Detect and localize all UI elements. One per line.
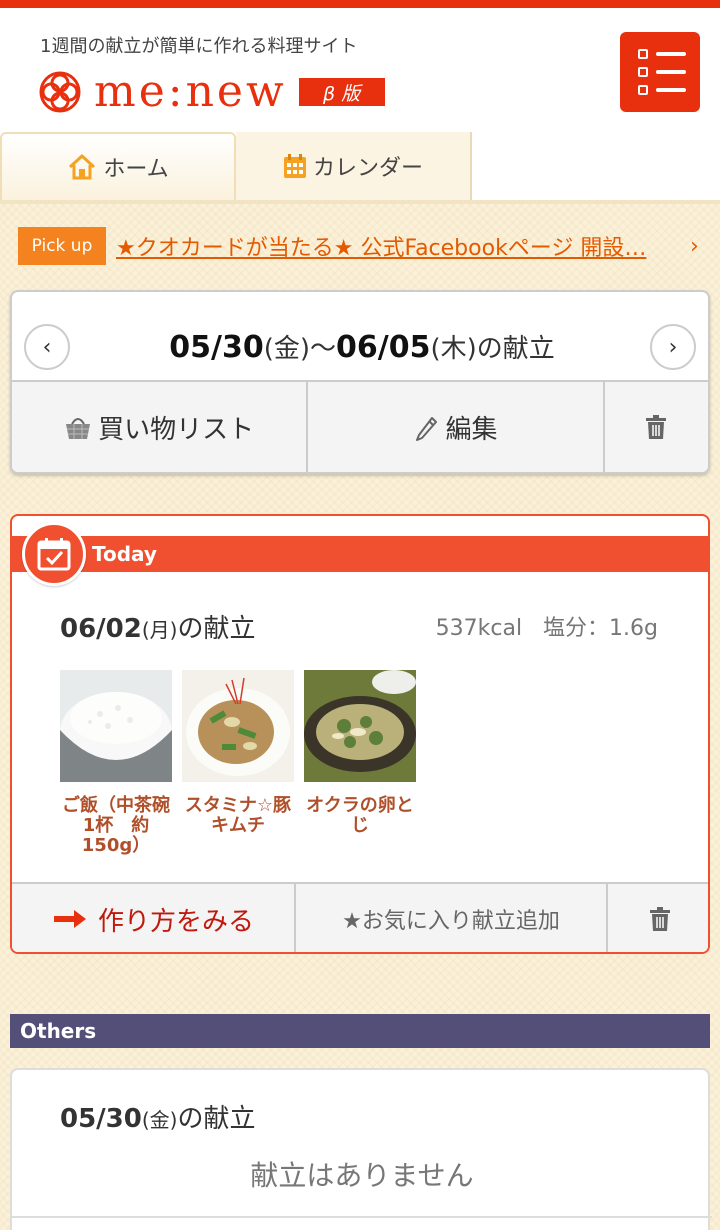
dish-name: スタミナ☆豚 キムチ: [184, 795, 292, 836]
tab-home-label: ホーム: [103, 157, 169, 182]
chevron-left-icon: ‹: [42, 334, 52, 360]
top-accent-bar: [0, 0, 720, 8]
week-card: ‹ 05/30(金)〜06/05(木)の献立 › 買い物リスト 編集: [10, 290, 710, 474]
week-actions: 買い物リスト 編集: [12, 382, 708, 472]
view-recipe-button[interactable]: 作り方をみる: [12, 884, 296, 952]
week-range-title: 05/30(金)〜06/05(木)の献立: [72, 328, 652, 365]
beta-badge: β 版: [298, 78, 385, 106]
site-header: 1週間の献立が簡単に作れる料理サイト me:new β 版: [0, 8, 720, 132]
chevron-right-icon: ›: [690, 233, 699, 259]
other-date: 05/30: [60, 1104, 142, 1134]
salt-value: 塩分：1.6g: [543, 616, 658, 641]
pickup-link[interactable]: ★クオカードが当たる★ 公式Facebookページ 開設…: [116, 230, 682, 262]
pork-kimchi-photo: [182, 670, 294, 782]
next-week-button[interactable]: ›: [650, 324, 696, 370]
today-label: Today: [12, 536, 708, 572]
home-icon: [69, 154, 96, 180]
other-day-card: 05/30(金)の献立 献立はありません: [10, 1068, 712, 1230]
no-menu-message: 献立はありません: [250, 1159, 474, 1192]
arrow-right-icon: [53, 910, 86, 928]
calendar-check-icon: [22, 522, 86, 586]
dish-name: オクラの卵と じ: [306, 795, 414, 836]
delete-today-button[interactable]: [608, 884, 708, 952]
edit-label: 編集: [445, 414, 498, 445]
logo-flower-icon: [39, 71, 81, 113]
today-date: 06/02: [60, 614, 142, 644]
today-date-title: 06/02(月)の献立: [60, 608, 255, 645]
today-suffix: の献立: [177, 614, 256, 644]
site-tagline: 1週間の献立が簡単に作れる料理サイト: [40, 36, 358, 57]
menu-list-icon: [638, 49, 700, 59]
others-section-title: Others: [10, 1014, 710, 1048]
edit-button[interactable]: 編集: [308, 382, 605, 472]
add-favorite-label: ★お気に入り献立追加: [342, 909, 560, 934]
week-end-dow: (木): [430, 334, 477, 364]
divider: [12, 1216, 712, 1218]
week-start-date: 05/30: [169, 330, 264, 365]
menu-button[interactable]: [620, 32, 700, 112]
delete-week-button[interactable]: [605, 382, 708, 472]
rice-photo: [60, 670, 172, 782]
trash-icon: [646, 415, 667, 439]
dish-item-pork-kimchi[interactable]: スタミナ☆豚 キムチ: [182, 670, 294, 856]
chevron-right-icon: ›: [668, 334, 678, 360]
logo-text: me:new: [94, 66, 287, 117]
tab-calendar-label: カレンダー: [312, 156, 423, 181]
site-logo[interactable]: me:new β 版: [38, 66, 385, 118]
main-tabs: ホーム カレンダー: [0, 132, 720, 204]
other-date-title: 05/30(金)の献立: [60, 1098, 255, 1135]
okra-egg-photo: [304, 670, 416, 782]
add-favorite-button[interactable]: ★お気に入り献立追加: [296, 884, 608, 952]
week-separator: 〜: [309, 334, 336, 364]
shopping-list-label: 買い物リスト: [98, 414, 255, 445]
week-header: ‹ 05/30(金)〜06/05(木)の献立 ›: [12, 292, 708, 382]
pickup-badge: Pick up: [18, 227, 106, 265]
week-start-dow: (金): [263, 334, 310, 364]
trash-icon: [650, 907, 670, 931]
shopping-list-button[interactable]: 買い物リスト: [12, 382, 309, 472]
tab-calendar[interactable]: カレンダー: [236, 132, 472, 200]
today-card: Today 06/02(月)の献立 537kcal 塩分：1.6g ご飯（中茶碗: [10, 514, 710, 954]
dish-list: ご飯（中茶碗 1杯 約 150g） スタミナ☆豚 キムチ オクラの卵と じ: [60, 670, 416, 856]
other-suffix: の献立: [177, 1104, 256, 1134]
pencil-icon: [416, 417, 438, 441]
week-suffix: の献立: [476, 334, 555, 364]
today-dow: (月): [141, 618, 178, 642]
today-actions: 作り方をみる ★お気に入り献立追加: [12, 882, 708, 952]
calendar-icon: [283, 154, 306, 178]
view-recipe-label: 作り方をみる: [97, 906, 254, 937]
dish-name: ご飯（中茶碗 1杯 約 150g）: [62, 795, 170, 856]
dish-item-rice[interactable]: ご飯（中茶碗 1杯 約 150g）: [60, 670, 172, 856]
nutrition-info: 537kcal 塩分：1.6g: [436, 610, 658, 642]
tab-home[interactable]: ホーム: [0, 132, 236, 200]
kcal-value: 537kcal: [435, 616, 523, 641]
other-dow: (金): [141, 1108, 178, 1132]
basket-icon: [66, 418, 91, 439]
week-end-date: 06/05: [336, 330, 431, 365]
pickup-banner[interactable]: Pick up ★クオカードが当たる★ 公式Facebookページ 開設… ›: [18, 226, 708, 266]
dish-item-okra-egg[interactable]: オクラの卵と じ: [304, 670, 416, 856]
prev-week-button[interactable]: ‹: [24, 324, 70, 370]
